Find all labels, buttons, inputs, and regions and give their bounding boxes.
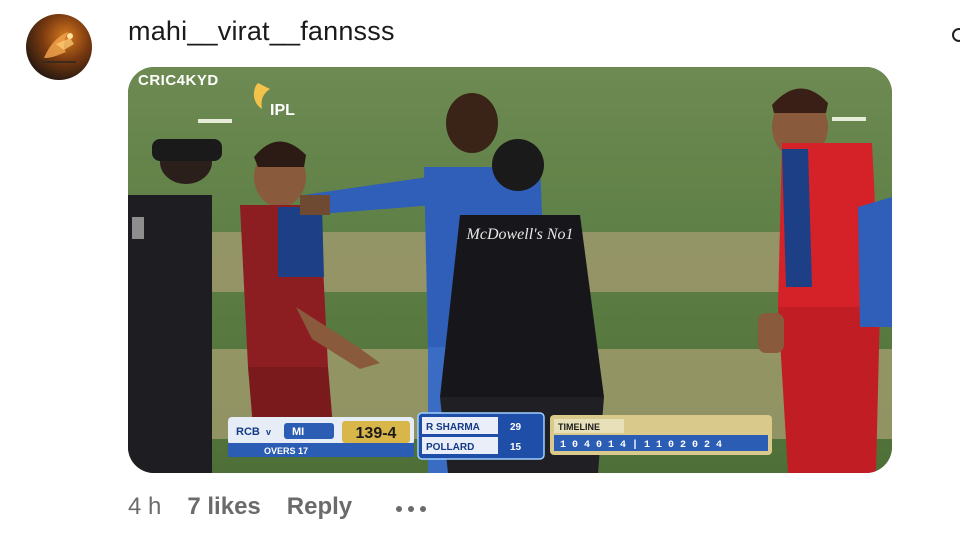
batsman1-score: 29 xyxy=(510,422,522,433)
score-text: 139-4 xyxy=(356,425,397,442)
avatar[interactable] xyxy=(26,14,92,80)
dot xyxy=(420,506,427,512)
dot xyxy=(408,506,415,512)
media-image: McDowell's No1 CRIC4KYD IPL RCB v MI 139… xyxy=(128,67,892,473)
comment-timestamp[interactable]: 4 h xyxy=(128,493,161,521)
more-horizontal-icon[interactable] xyxy=(396,502,427,512)
dot xyxy=(396,506,403,512)
comment-actions: 4 h 7 likes Reply xyxy=(128,492,427,522)
scoreboard: RCB v MI 139-4 OVERS 17 R SHARMA 29 POLL… xyxy=(228,412,772,460)
comment-item: mahi__virat__fannsss McDowell's No1 CRIC… xyxy=(0,0,960,540)
avatar-image xyxy=(42,32,76,63)
timeline-values: 1 0 4 0 1 4 | 1 1 0 2 0 2 4 xyxy=(560,439,722,451)
versus-label: v xyxy=(266,427,271,437)
watermark-text: CRIC4KYD xyxy=(138,72,219,89)
comment-media-gif[interactable]: McDowell's No1 CRIC4KYD IPL RCB v MI 139… xyxy=(128,67,892,473)
comment-username[interactable]: mahi__virat__fannsss xyxy=(128,16,395,47)
team1-label: RCB xyxy=(236,426,260,438)
batsman1-name: R SHARMA xyxy=(426,422,480,433)
batsman2-score: 15 xyxy=(510,442,522,453)
batsman2-name: POLLARD xyxy=(426,442,474,453)
more-options-icon[interactable] xyxy=(952,28,960,42)
likes-count[interactable]: 7 likes xyxy=(187,493,260,521)
umpire-shirt-text: McDowell's No1 xyxy=(466,226,574,243)
reply-button[interactable]: Reply xyxy=(287,493,352,521)
timeline-label: TIMELINE xyxy=(558,422,600,432)
logo-text: IPL xyxy=(270,102,295,119)
overs-text: OVERS 17 xyxy=(264,446,308,456)
team2-label: MI xyxy=(292,426,304,438)
